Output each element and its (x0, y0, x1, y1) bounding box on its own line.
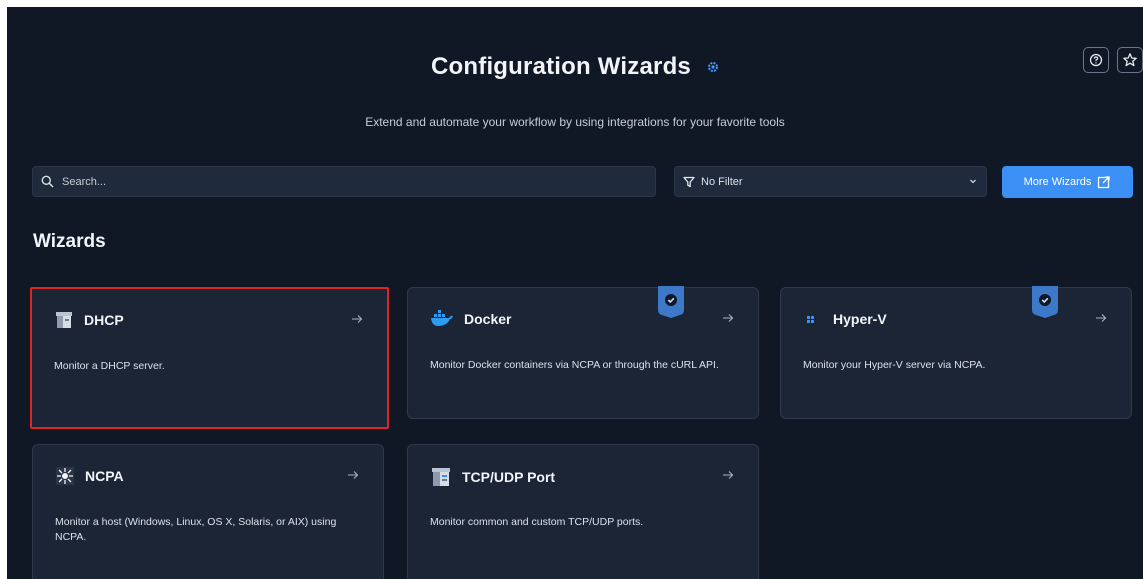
search-box[interactable] (32, 166, 656, 197)
verified-badge-icon (1032, 286, 1058, 318)
filter-select[interactable]: No Filter (674, 166, 987, 197)
card-title: DHCP (84, 312, 124, 328)
card-description: Monitor your Hyper-V server via NCPA. (803, 359, 986, 371)
card-title: Docker (464, 311, 512, 327)
card-header: NCPA (55, 466, 124, 486)
card-header: Docker (430, 309, 511, 329)
filter-icon (683, 176, 695, 187)
wizard-card-tcp-udp-port[interactable]: TCP/UDP Port Monitor common and custom T… (407, 444, 759, 579)
section-title: Wizards (33, 231, 106, 252)
star-icon (1123, 53, 1137, 67)
arrow-right-icon (1096, 314, 1107, 322)
arrow-right-icon (352, 315, 363, 323)
help-button[interactable] (1083, 47, 1109, 73)
card-header: TCP/UDP Port (430, 466, 555, 488)
more-wizards-button[interactable]: More Wizards (1002, 166, 1133, 198)
card-description: Monitor a host (Windows, Linux, OS X, So… (55, 516, 337, 543)
page-title: Configuration Wizards (431, 53, 691, 80)
port-server-icon (432, 468, 450, 486)
verified-badge-icon (658, 286, 684, 318)
title-row: Configuration Wizards (7, 47, 1143, 87)
card-header: Hyper-V (803, 309, 887, 329)
card-header: DHCP (54, 310, 124, 330)
wizard-card-dhcp[interactable]: DHCP Monitor a DHCP server. (30, 287, 389, 429)
wizard-card-ncpa[interactable]: NCPA Monitor a host (Windows, Linux, OS … (32, 444, 384, 579)
card-description: Monitor a DHCP server. (54, 360, 165, 372)
wizard-card-hyper-v[interactable]: Hyper-V Monitor your Hyper-V server via … (780, 286, 1132, 419)
page-subtitle: Extend and automate your workflow by usi… (365, 115, 785, 129)
card-title: Hyper-V (833, 311, 887, 327)
card-description: Monitor Docker containers via NCPA or th… (430, 359, 719, 371)
more-wizards-label: More Wizards (1023, 176, 1092, 188)
external-link-icon (1098, 176, 1111, 189)
docker-icon (431, 310, 453, 326)
card-description: Monitor common and custom TCP/UDP ports. (430, 516, 644, 528)
search-input[interactable] (60, 174, 624, 189)
arrow-right-icon (348, 471, 359, 479)
ncpa-icon (56, 467, 74, 485)
gear-icon[interactable] (707, 61, 719, 73)
arrow-right-icon (723, 471, 734, 479)
server-icon (56, 312, 72, 328)
search-icon (41, 175, 54, 188)
help-icon (1089, 53, 1103, 67)
favorite-button[interactable] (1117, 47, 1143, 73)
top-actions (1083, 47, 1143, 73)
app-window: Configuration Wizards Extend and automat… (7, 7, 1143, 579)
card-title: NCPA (85, 468, 124, 484)
chevron-down-icon (970, 179, 976, 184)
card-title: TCP/UDP Port (462, 469, 556, 485)
windows-icon (807, 316, 814, 323)
filter-value: No Filter (701, 175, 743, 188)
wizard-card-docker[interactable]: Docker Monitor Docker containers via NCP… (407, 286, 759, 419)
arrow-right-icon (723, 314, 734, 322)
